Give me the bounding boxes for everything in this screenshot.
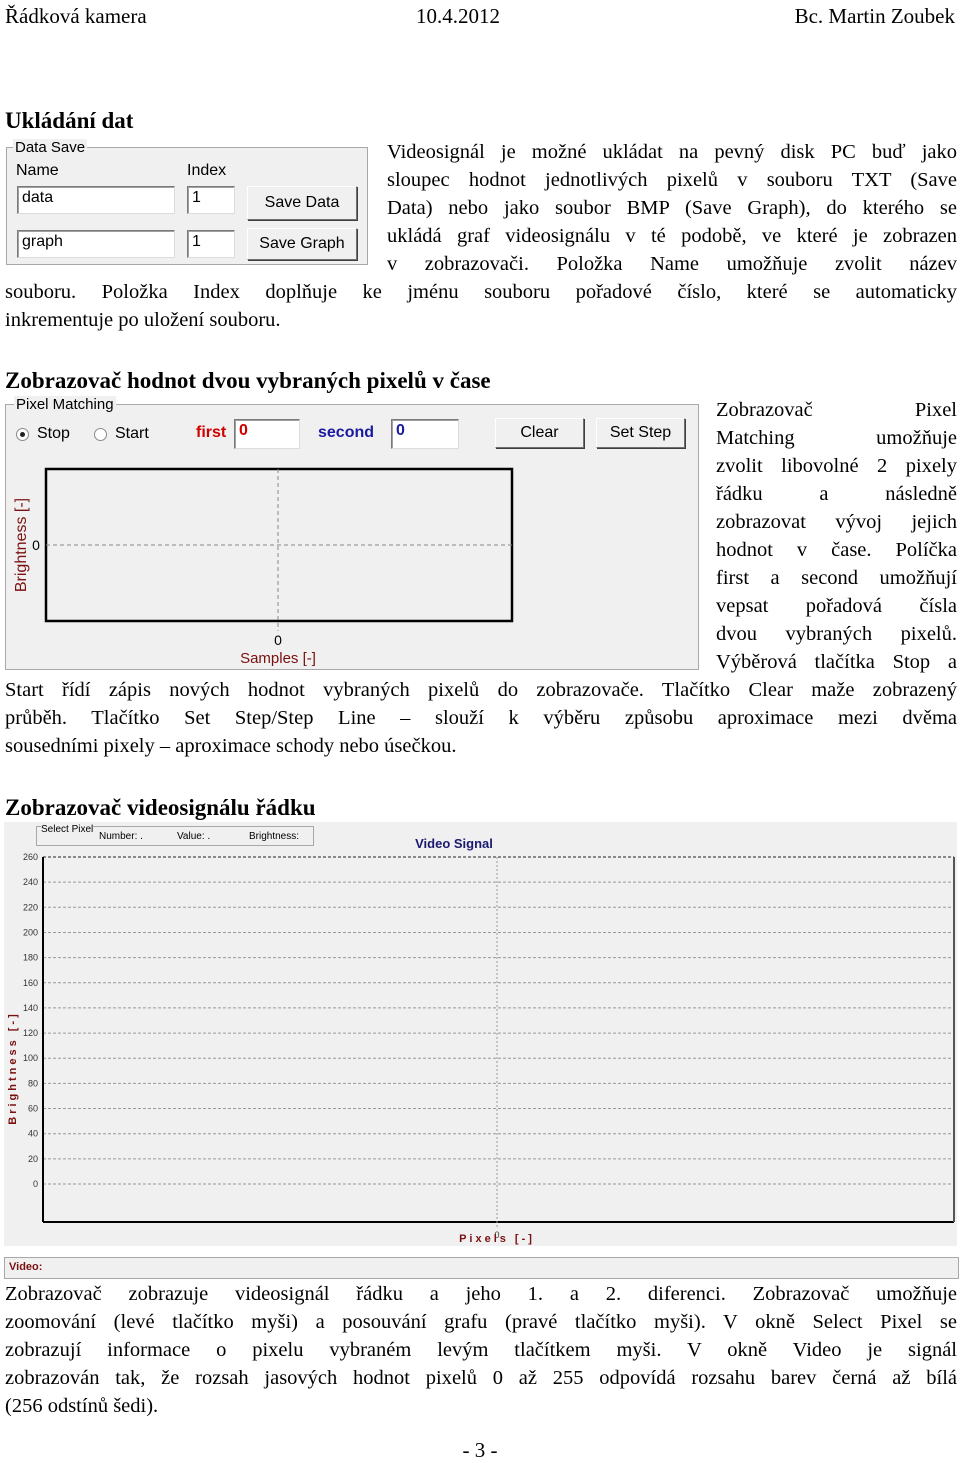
video-signal-description: Zobrazovač zobrazuje videosignál řádku a…: [5, 1280, 957, 1420]
y-tick-label: 20: [28, 1154, 38, 1164]
y-tick-label: 220: [23, 902, 38, 912]
second-label: second: [318, 424, 375, 441]
radio-stop-indicator[interactable]: [16, 427, 29, 441]
text-line: Data) nebo jako soubor BMP (Save Graph),…: [387, 197, 957, 219]
text-line: dvou vybraných pixelů.: [716, 623, 957, 645]
clear-button[interactable]: Clear: [495, 418, 584, 448]
radio-stop-label: Stop: [37, 425, 70, 442]
index-label: Index: [187, 162, 227, 179]
x-tick-label: 0: [274, 632, 282, 648]
save-data-button[interactable]: Save Data: [247, 186, 357, 220]
y-tick-label: 0: [33, 1179, 38, 1189]
pixel-matching-panel: Pixel Matching Stop Start first 0 second…: [5, 396, 699, 670]
y-axis-label: Brightness [-]: [13, 498, 30, 592]
y-tick-label: 40: [28, 1129, 38, 1139]
video-label: Video:: [9, 1261, 43, 1273]
y-tick-label: 80: [28, 1078, 38, 1088]
index-input-graph[interactable]: 1: [187, 230, 235, 258]
pixel-matching-description: Zobrazovač Pixel Matching umožňuje zvoli…: [716, 396, 957, 676]
text-line: (256 odstínů šedi).: [5, 1395, 159, 1417]
text-line: zobrazovat vývoj jejich: [716, 511, 957, 533]
text-line: zobrazován tak, že rozsah jasových hodno…: [5, 1367, 957, 1389]
y-tick-label: 120: [23, 1028, 38, 1038]
radio-start-label: Start: [115, 425, 149, 442]
text-line: sousedními pixely – aproximace schody ne…: [5, 735, 457, 757]
video-signal-chart[interactable]: Video Signal 260240220200180160140120100…: [4, 822, 957, 1246]
header-title: Řádková kamera: [5, 4, 147, 28]
data-save-title: Data Save: [13, 139, 88, 156]
text-line: souboru. Položka Index doplňuje ke jménu…: [5, 281, 957, 303]
text-line: ukládá graf videosignálu v té podobě, ve…: [387, 225, 957, 247]
data-save-description-cont: souboru. Položka Index doplňuje ke jménu…: [5, 278, 957, 334]
y-tick-label: 100: [23, 1053, 38, 1063]
text-line: hodnot v čase. Políčka: [716, 539, 957, 561]
name-label: Name: [16, 162, 59, 179]
text-line: Matching umožňuje: [716, 427, 957, 449]
video-signal-panel: Select Pixel Number: . Value: . Brightne…: [4, 822, 957, 1246]
y-tick-label: 200: [23, 927, 38, 937]
y-tick-label: 160: [23, 978, 38, 988]
x-axis-label: Pixels [-]: [459, 1233, 535, 1245]
data-save-description: Videosignál je možné ukládat na pevný di…: [387, 138, 957, 278]
y-tick-label: 60: [28, 1104, 38, 1114]
header-author: Bc. Martin Zoubek: [794, 4, 955, 28]
y-tick-label: 260: [23, 852, 38, 862]
chart-title: Video Signal: [415, 836, 493, 851]
name-input-graph[interactable]: graph: [17, 230, 175, 258]
pixel-matching-chart[interactable]: 0 0 Samples [-] Brightness [-]: [6, 457, 696, 667]
text-line: Výběrová tlačítka Stop a: [716, 651, 957, 673]
save-graph-button[interactable]: Save Graph: [247, 228, 357, 260]
text-line: v zobrazovači. Položka Name umožňuje zvo…: [387, 253, 957, 275]
pixel-matching-title: Pixel Matching: [14, 396, 116, 413]
name-input-data[interactable]: data: [17, 186, 175, 214]
pixel-matching-description-cont: Start řídí zápis nových hodnot vybraných…: [5, 676, 957, 760]
text-line: zvolit libovolné 2 pixely: [716, 455, 957, 477]
text-line: Videosignál je možné ukládat na pevný di…: [387, 141, 957, 163]
index-input-data[interactable]: 1: [187, 186, 235, 214]
y-tick-label: 0: [32, 537, 40, 553]
text-line: zoomování (levé tlačítko myši) a posouvá…: [5, 1311, 957, 1333]
text-line: first a second umožňují: [716, 567, 957, 589]
radio-start-indicator[interactable]: [94, 427, 107, 441]
text-line: Zobrazovač Pixel: [716, 399, 957, 421]
set-step-button[interactable]: Set Step: [596, 418, 685, 448]
video-strip: Video:: [4, 1257, 959, 1279]
y-tick-label: 140: [23, 1003, 38, 1013]
text-line: zobrazují informace o pixelu vybraném le…: [5, 1339, 957, 1361]
text-line: průběh. Tlačítko Set Step/Step Line – sl…: [5, 707, 957, 729]
text-line: Start řídí zápis nových hodnot vybraných…: [5, 679, 957, 701]
first-input[interactable]: 0: [234, 419, 300, 449]
data-save-panel: Data Save Name Index data 1 Save Data gr…: [6, 139, 368, 265]
x-axis-label: Samples [-]: [240, 650, 316, 667]
text-line: inkrementuje po uložení souboru.: [5, 309, 281, 331]
y-tick-label: 240: [23, 877, 38, 887]
section-heading-video-signal: Zobrazovač videosignálu řádku: [5, 795, 316, 820]
radio-stop[interactable]: Stop: [16, 425, 70, 443]
header-date: 10.4.2012: [416, 4, 500, 28]
page-number: - 3 -: [462, 1438, 498, 1462]
text-line: vepsat pořadová čísla: [716, 595, 957, 617]
section-heading-pixel-matching: Zobrazovač hodnot dvou vybraných pixelů …: [5, 368, 491, 393]
section-heading-data-save: Ukládání dat: [5, 108, 134, 133]
text-line: řádku a následně: [716, 483, 957, 505]
y-tick-label: 180: [23, 953, 38, 963]
second-input[interactable]: 0: [391, 419, 459, 449]
first-label: first: [196, 424, 227, 441]
y-axis-label: Brightness [-]: [7, 1011, 19, 1125]
text-line: Zobrazovač zobrazuje videosignál řádku a…: [5, 1283, 957, 1305]
radio-start[interactable]: Start: [94, 425, 149, 443]
text-line: sloupec hodnot jednotlivých pixelů v sou…: [387, 169, 957, 191]
